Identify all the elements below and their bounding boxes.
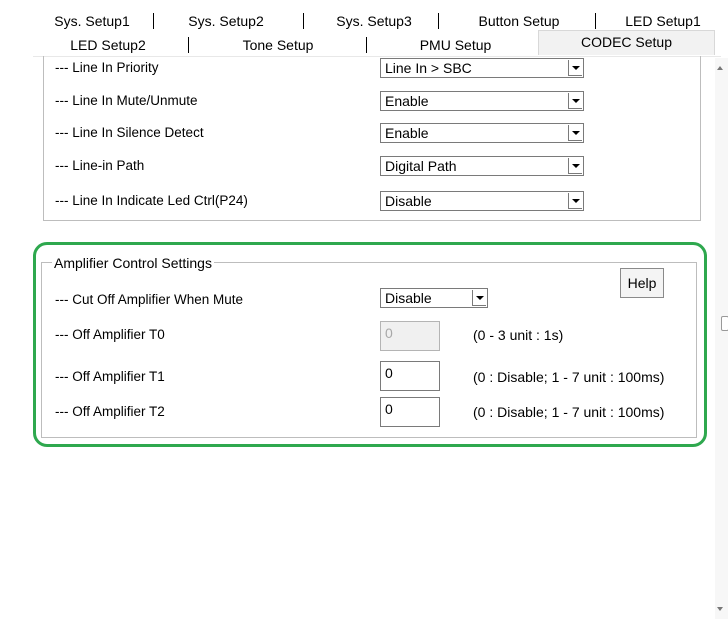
off-amplifier-t2-label: --- Off Amplifier T2 xyxy=(55,404,165,419)
scroll-up-arrow-icon[interactable] xyxy=(717,66,723,70)
off-amplifier-t0-hint: (0 - 3 unit : 1s) xyxy=(473,327,564,343)
off-amplifier-t2-hint: (0 : Disable; 1 - 7 unit : 100ms) xyxy=(473,404,665,420)
tab-sys-setup2[interactable]: Sys. Setup2 xyxy=(161,10,291,32)
line-in-silence-detect-label: --- Line In Silence Detect xyxy=(55,125,204,140)
tab-tone-setup[interactable]: Tone Setup xyxy=(198,34,358,56)
chevron-down-icon xyxy=(568,125,582,141)
tab-led-setup1[interactable]: LED Setup1 xyxy=(605,10,721,32)
tab-separator xyxy=(153,13,154,29)
line-in-path-label: --- Line-in Path xyxy=(55,158,145,173)
tab-sys-setup3[interactable]: Sys. Setup3 xyxy=(313,10,435,32)
tab-sys-setup1[interactable]: Sys. Setup1 xyxy=(33,10,151,32)
tab-separator xyxy=(366,37,367,53)
tab-pmu-setup[interactable]: PMU Setup xyxy=(378,34,533,56)
line-in-silence-detect-select[interactable]: Enable xyxy=(380,123,584,143)
chevron-down-icon xyxy=(568,93,582,109)
tab-led-setup2[interactable]: LED Setup2 xyxy=(33,34,183,56)
line-in-led-ctrl-value: Disable xyxy=(385,193,432,209)
tab-row-2: LED Setup2 Tone Setup PMU Setup CODEC Se… xyxy=(33,30,721,57)
off-amplifier-t0-value: 0 xyxy=(385,325,393,341)
line-in-silence-detect-value: Enable xyxy=(385,125,429,141)
off-amplifier-t1-input[interactable]: 0 xyxy=(380,361,440,391)
line-in-priority-value: Line In > SBC xyxy=(385,60,472,76)
line-in-priority-select[interactable]: Line In > SBC xyxy=(380,58,584,78)
line-in-priority-label: --- Line In Priority xyxy=(55,60,159,75)
chevron-down-icon xyxy=(568,193,582,209)
line-in-mute-label: --- Line In Mute/Unmute xyxy=(55,93,198,108)
off-amplifier-t0-input[interactable]: 0 xyxy=(380,321,440,351)
cut-off-amplifier-select[interactable]: Disable xyxy=(380,288,488,308)
off-amplifier-t0-label: --- Off Amplifier T0 xyxy=(55,327,165,342)
off-amplifier-t2-value: 0 xyxy=(385,401,393,417)
scroll-down-arrow-icon[interactable] xyxy=(717,607,723,611)
off-amplifier-t1-value: 0 xyxy=(385,365,393,381)
tab-separator xyxy=(438,13,439,29)
chevron-down-icon xyxy=(568,158,582,174)
tab-button-setup[interactable]: Button Setup xyxy=(443,10,595,32)
line-in-path-select[interactable]: Digital Path xyxy=(380,156,584,176)
cut-off-amplifier-label: --- Cut Off Amplifier When Mute xyxy=(55,292,244,307)
chevron-down-icon xyxy=(472,290,486,306)
line-in-led-ctrl-label: --- Line In Indicate Led Ctrl(P24) xyxy=(55,193,248,208)
tab-codec-setup[interactable]: CODEC Setup xyxy=(538,30,715,55)
line-in-path-value: Digital Path xyxy=(385,158,457,174)
chevron-down-icon xyxy=(568,60,582,76)
tab-separator xyxy=(595,13,596,29)
help-button[interactable]: Help xyxy=(620,268,664,298)
off-amplifier-t1-label: --- Off Amplifier T1 xyxy=(55,369,165,384)
scroll-thumb[interactable] xyxy=(721,316,728,331)
tab-separator xyxy=(303,13,304,29)
off-amplifier-t1-hint: (0 : Disable; 1 - 7 unit : 100ms) xyxy=(473,369,665,385)
tab-row-1: Sys. Setup1 Sys. Setup2 Sys. Setup3 Butt… xyxy=(33,10,721,32)
line-in-mute-select[interactable]: Enable xyxy=(380,91,584,111)
vertical-scrollbar[interactable] xyxy=(715,58,728,619)
tab-separator xyxy=(188,37,189,53)
line-in-mute-value: Enable xyxy=(385,93,429,109)
line-in-led-ctrl-select[interactable]: Disable xyxy=(380,191,584,211)
cut-off-amplifier-value: Disable xyxy=(385,290,432,306)
off-amplifier-t2-input[interactable]: 0 xyxy=(380,397,440,427)
